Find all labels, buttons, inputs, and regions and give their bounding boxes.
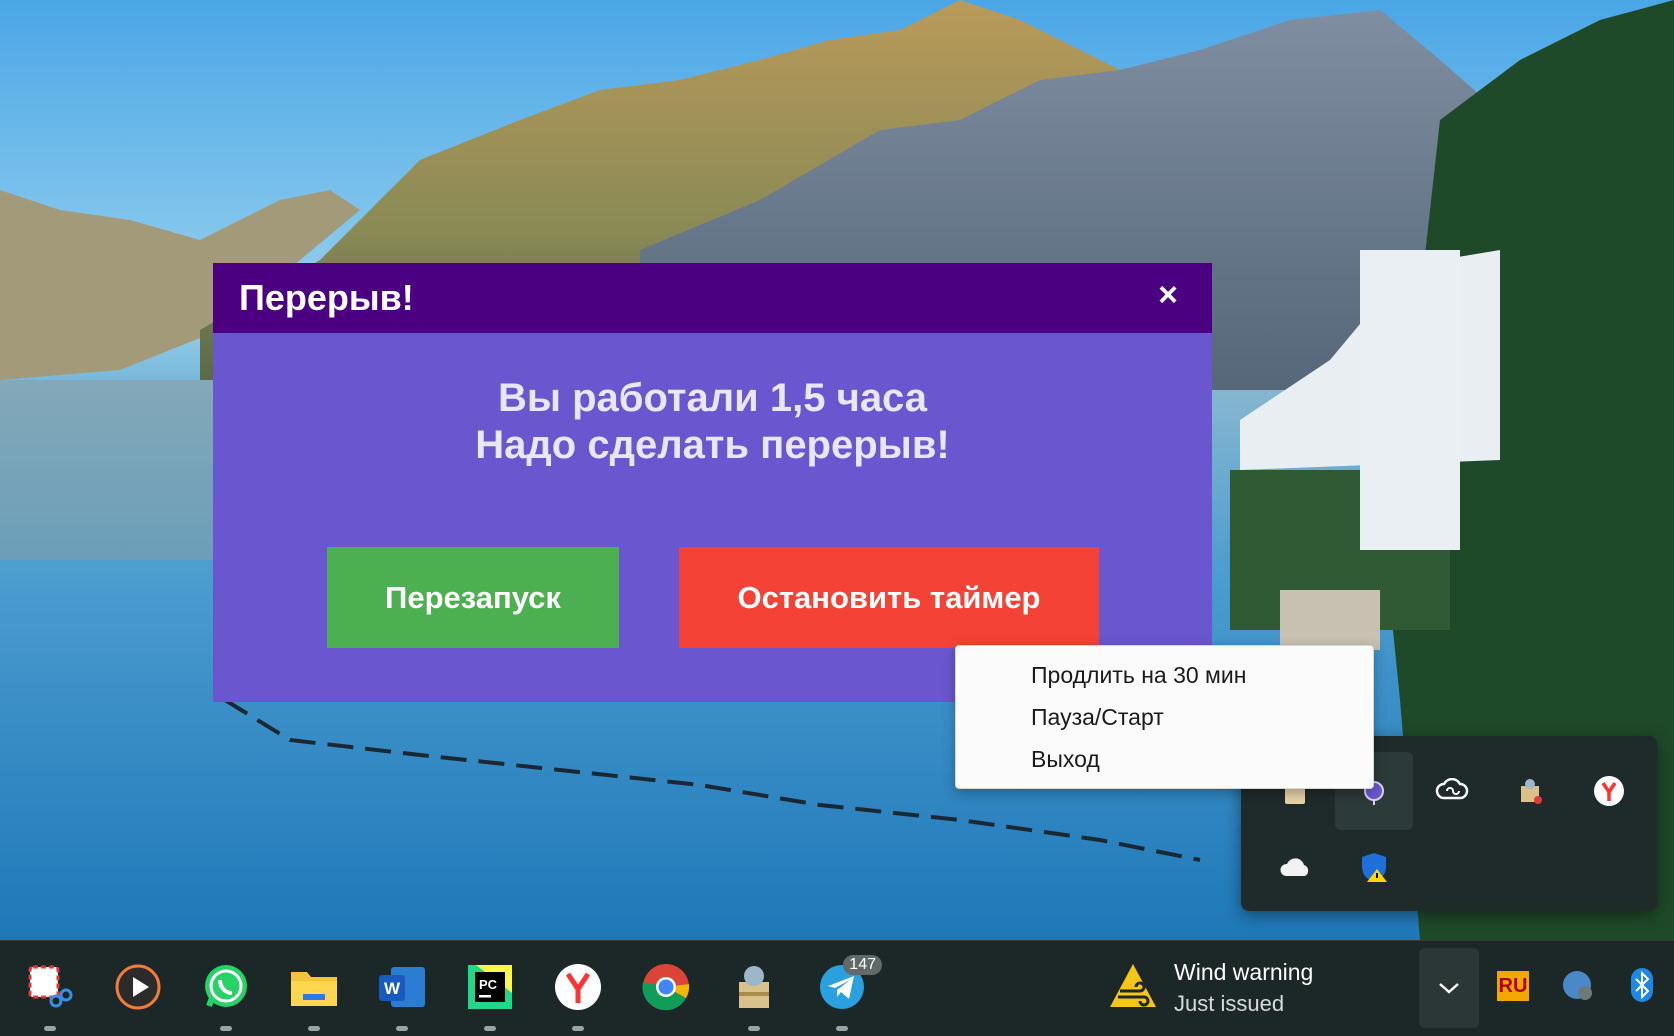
telegram-icon[interactable]: 147 <box>814 955 882 1031</box>
chrome-icon[interactable] <box>638 959 694 1015</box>
archiver-icon[interactable] <box>726 959 782 1031</box>
snipping-tool-icon[interactable] <box>22 959 78 1031</box>
message-line-2: Надо сделать перерыв! <box>475 423 950 467</box>
notification-badge: 147 <box>843 955 882 975</box>
running-indicator <box>836 1026 848 1031</box>
file-explorer-icon[interactable] <box>286 959 342 1031</box>
running-indicator <box>484 1026 496 1031</box>
running-indicator <box>44 1026 56 1031</box>
menu-item-exit[interactable]: Выход <box>1031 746 1100 773</box>
svg-text:PC: PC <box>479 977 498 992</box>
running-indicator <box>572 1026 584 1031</box>
stop-timer-button[interactable]: Остановить таймер <box>679 547 1099 648</box>
weather-widget[interactable]: Wind warning Just issued <box>1108 955 1408 1021</box>
show-hidden-icons-button[interactable] <box>1419 948 1479 1028</box>
language-indicator[interactable]: RU <box>1497 971 1529 1001</box>
whatsapp-icon[interactable] <box>198 959 254 1031</box>
message-line-1: Вы работали 1,5 часа <box>497 376 928 420</box>
break-dialog: Перерыв! × Вы работали 1,5 часа Надо сде… <box>213 263 1212 702</box>
windows-security-warning-icon[interactable] <box>1335 828 1413 906</box>
archiver-icon[interactable] <box>1491 752 1569 830</box>
dialog-message: Вы работали 1,5 часа Надо сделать переры… <box>213 375 1212 469</box>
menu-item-pause-start[interactable]: Пауза/Старт <box>1031 704 1164 731</box>
dialog-title: Перерыв! <box>239 277 414 318</box>
chevron-down-icon <box>1439 983 1459 994</box>
creative-cloud-icon[interactable] <box>1413 752 1491 830</box>
word-icon[interactable]: W <box>374 959 430 1031</box>
pycharm-icon[interactable]: PC <box>462 959 518 1031</box>
restart-button[interactable]: Перезапуск <box>327 547 619 648</box>
close-button[interactable]: × <box>1148 275 1188 315</box>
bluetooth-icon[interactable] <box>1620 963 1664 1007</box>
svg-text:W: W <box>384 979 401 998</box>
taskbar: W PC 147 Wind warning Just issued RU <box>0 940 1674 1036</box>
running-indicator <box>748 1026 760 1031</box>
weather-title: Wind warning <box>1174 959 1314 985</box>
yandex-browser-icon[interactable] <box>550 959 606 1031</box>
yandex-browser-icon[interactable] <box>1570 752 1648 830</box>
tray-context-menu: Продлить на 30 мин Пауза/Старт Выход <box>955 645 1374 789</box>
wind-warning-icon <box>1110 964 1156 1007</box>
onedrive-icon[interactable] <box>1256 828 1334 906</box>
dialog-header: Перерыв! × <box>213 263 1212 333</box>
running-indicator <box>308 1026 320 1031</box>
network-icon[interactable] <box>1555 963 1599 1007</box>
media-player-icon[interactable] <box>110 959 166 1015</box>
menu-item-extend-30[interactable]: Продлить на 30 мин <box>1031 662 1246 689</box>
running-indicator <box>220 1026 232 1031</box>
weather-subtitle: Just issued <box>1174 991 1285 1016</box>
running-indicator <box>396 1026 408 1031</box>
